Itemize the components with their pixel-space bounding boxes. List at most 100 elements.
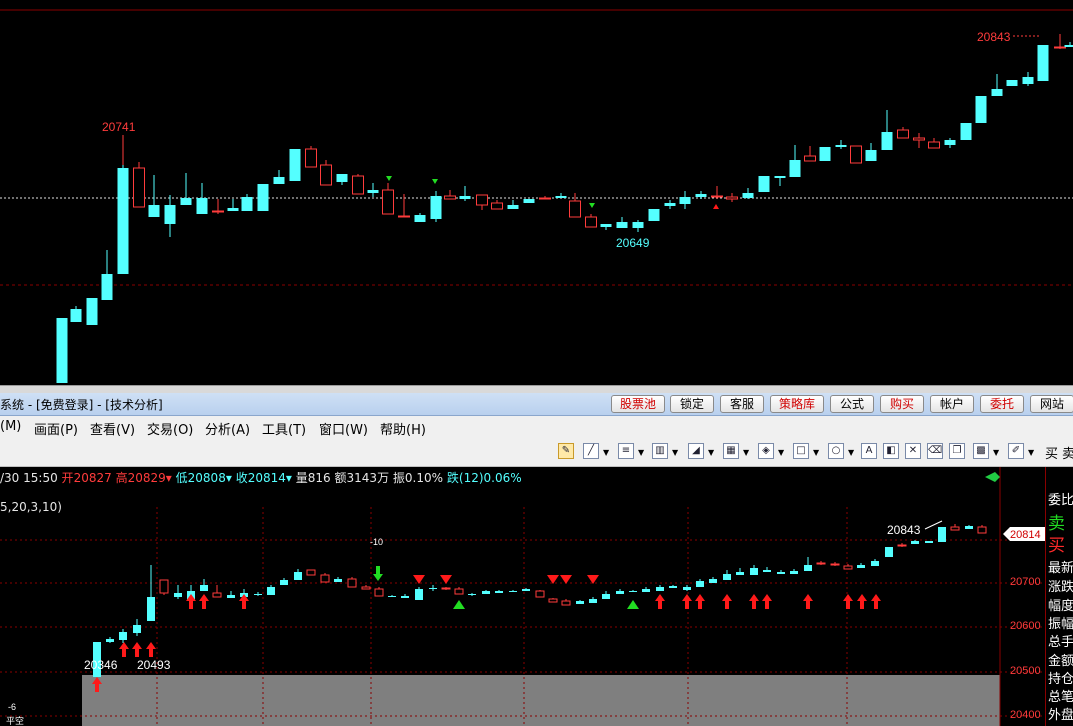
upper-candle — [569, 200, 581, 218]
line-icon[interactable]: ╱ — [583, 443, 599, 459]
upper-candle — [367, 190, 379, 193]
lower-candle — [871, 561, 879, 566]
copy-icon[interactable]: ❐ — [949, 443, 965, 459]
eraser-icon[interactable]: ⌫ — [927, 443, 943, 459]
low-price-label: 20493 — [137, 658, 171, 672]
chevron-down-icon[interactable]: ▼ — [603, 448, 609, 457]
upper-candle — [600, 224, 612, 227]
signal-arrow-icon — [432, 179, 438, 184]
website-button[interactable]: 网站 — [1030, 395, 1073, 413]
y-tick-label: 20700 — [1010, 576, 1041, 588]
upper-candle — [960, 123, 972, 140]
low-price-label: 20346 — [84, 658, 118, 672]
buy-toolbar-button[interactable]: 买 — [1045, 443, 1058, 462]
upper-candle — [305, 148, 317, 168]
fan-icon[interactable]: ◢ — [688, 443, 704, 459]
bar-chart-icon[interactable]: ▥ — [652, 443, 668, 459]
buy-signal-arrow-icon — [803, 594, 813, 609]
y-tick-label: 20500 — [1010, 665, 1041, 677]
chevron-down-icon[interactable]: ▼ — [743, 448, 749, 457]
upper-candle — [398, 215, 410, 218]
upper-candle — [476, 194, 488, 206]
account-button[interactable]: 帐户 — [930, 395, 974, 413]
menu-view-layout[interactable]: 画面(P) — [34, 419, 78, 438]
menu-help[interactable]: 帮助(H) — [380, 419, 426, 438]
menu-bar: (M) 画面(P) 查看(V) 交易(O) 分析(A) 工具(T) 窗口(W) … — [0, 416, 1073, 438]
text-icon[interactable]: A — [861, 443, 877, 459]
text-box-icon[interactable]: ≡ — [618, 443, 634, 459]
upper-candle — [913, 137, 925, 141]
menu-window[interactable]: 窗口(W) — [319, 419, 368, 438]
more-icon[interactable]: ✐ — [1008, 443, 1024, 459]
customer-service-button[interactable]: 客服 — [720, 395, 764, 413]
formula-button[interactable]: 公式 — [830, 395, 874, 413]
sell-toolbar-button[interactable]: 卖 — [1062, 443, 1073, 462]
menu-analysis[interactable]: 分析(A) — [205, 419, 250, 438]
upper-candle — [850, 145, 862, 164]
lower-candlestick-chart[interactable]: 20814 20700 20600 20500 20400 20346 20493 20843… — [0, 467, 1045, 726]
upper-price-chart[interactable]: 20741 20649 20843 — [0, 0, 1073, 385]
side-label-amplitude: 振幅 — [1048, 617, 1073, 632]
buy-signal-arrow-icon — [871, 594, 881, 609]
lock-button[interactable]: 锁定 — [670, 395, 714, 413]
shape-icon[interactable]: ◧ — [883, 443, 899, 459]
lower-candle — [482, 591, 490, 594]
rectangle-icon[interactable]: □ — [793, 443, 809, 459]
upper-candlestick-chart[interactable]: 20741 20649 20843 — [0, 0, 1073, 385]
menu-system[interactable]: (M) — [0, 419, 21, 434]
upper-candle — [289, 149, 301, 181]
chevron-down-icon[interactable]: ▼ — [708, 448, 714, 457]
buy-signal-arrow-icon — [722, 594, 732, 609]
side-label-latest: 最新 — [1048, 561, 1073, 576]
menu-view[interactable]: 查看(V) — [90, 419, 135, 438]
strategy-library-button[interactable]: 策略库 — [770, 395, 824, 413]
signal-qty-label: -6 — [8, 702, 16, 712]
menu-tools[interactable]: 工具(T) — [262, 419, 306, 438]
high-value: 20829 — [127, 471, 166, 485]
draw-select-icon[interactable]: ✎ — [558, 443, 574, 459]
upper-candle — [539, 197, 551, 200]
menu-trade[interactable]: 交易(O) — [147, 419, 193, 438]
upper-candle — [1037, 45, 1049, 81]
upper-candle — [881, 132, 893, 150]
lower-candle — [454, 588, 464, 595]
lower-candle — [576, 601, 584, 604]
buy-signal-arrow-icon — [146, 642, 156, 657]
chevron-down-icon[interactable]: ▼ — [813, 448, 819, 457]
fib-icon[interactable]: ◈ — [758, 443, 774, 459]
chevron-down-icon[interactable]: ▼ — [638, 448, 644, 457]
purchase-button[interactable]: 购买 — [880, 395, 924, 413]
color-icon[interactable]: ▩ — [973, 443, 989, 459]
open-label: 开 — [61, 471, 74, 485]
upper-candle — [804, 155, 816, 162]
upper-candle — [585, 216, 597, 228]
stock-pool-button[interactable]: 股票池 — [611, 395, 665, 413]
upper-candle — [1022, 77, 1034, 84]
buy-signal-arrow-icon — [762, 594, 772, 609]
lower-candle — [361, 586, 371, 590]
side-label-open-interest: 持仓 — [1048, 672, 1073, 687]
chevron-down-icon[interactable]: ▼ — [993, 448, 999, 457]
chevron-down-icon[interactable]: ▼ — [1028, 448, 1034, 457]
signal-arrow-icon — [713, 204, 719, 209]
upper-candle — [695, 194, 707, 197]
close-signal-triangle-icon — [627, 600, 639, 609]
change-label: 跌 — [446, 471, 459, 485]
upper-candle — [928, 141, 940, 149]
window-title-bar: 系统 - [免费登录] - [技术分析] 股票池 锁定 客服 策略库 公式 购买… — [0, 393, 1073, 416]
ellipse-icon[interactable]: ○ — [828, 443, 844, 459]
buy-signal-arrow-icon — [682, 594, 692, 609]
delete-icon[interactable]: ✕ — [905, 443, 921, 459]
chevron-down-icon[interactable]: ▼ — [848, 448, 854, 457]
chevron-down-icon[interactable]: ▼ — [672, 448, 678, 457]
lower-price-chart[interactable]: 20814 20700 20600 20500 20400 20346 20493 20843… — [0, 467, 1045, 726]
y-tick-label: 20814 — [1010, 529, 1041, 541]
grid-icon[interactable]: ▦ — [723, 443, 739, 459]
upper-candle — [944, 140, 956, 145]
upper-candle — [70, 309, 82, 322]
upper-candle — [430, 196, 442, 219]
side-label-buy[interactable]: 买 — [1048, 531, 1065, 556]
order-button[interactable]: 委托 — [980, 395, 1024, 413]
chevron-down-icon[interactable]: ▼ — [778, 448, 784, 457]
lower-candle — [429, 588, 437, 589]
